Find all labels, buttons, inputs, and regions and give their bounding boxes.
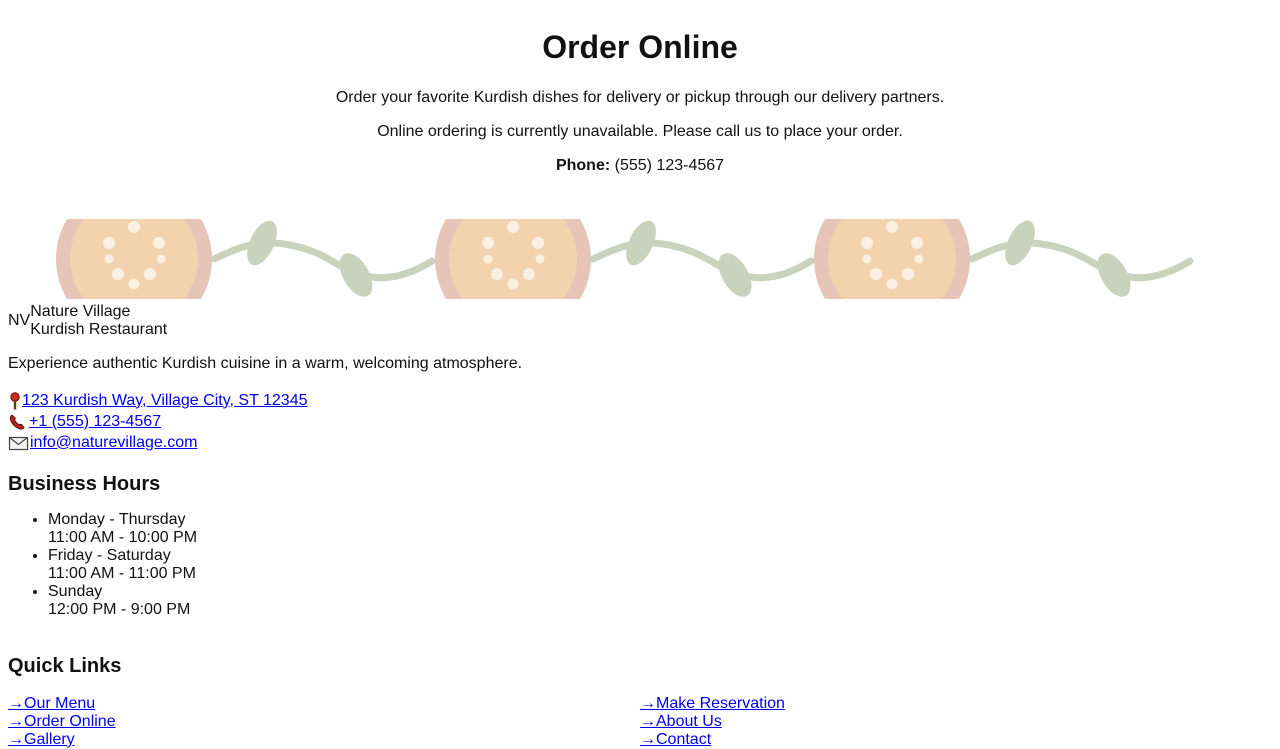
brand: NV Nature Village Kurdish Restaurant [8,303,1272,339]
hours-time: 12:00 PM - 9:00 PM [48,601,191,618]
site-footer: NV Nature Village Kurdish Restaurant Exp… [8,303,1272,749]
phone-line: Phone: (555) 123-4567 [0,157,1280,175]
email-link[interactable]: info@naturevillage.com [30,434,197,452]
quick-links: →Our Menu →Order Online →Gallery →Make R… [8,695,1272,749]
phone-icon [9,414,25,430]
tagline: Experience authentic Kurdish cuisine in … [8,355,523,372]
map-pin-icon [10,391,20,409]
email-row: info@naturevillage.com [8,432,1272,453]
arrow-right-icon: → [640,695,656,712]
phone-value: (555) 123-4567 [614,157,725,174]
quick-link-our-menu[interactable]: →Our Menu [8,695,640,713]
hours-time: 11:00 AM - 11:00 PM [48,565,196,582]
quick-link-about-us[interactable]: →About Us [640,713,1272,731]
phone-row: +1 (555) 123-4567 [8,411,1272,432]
arrow-right-icon: → [640,713,656,730]
quick-link-make-reservation[interactable]: →Make Reservation [640,695,1272,713]
contact-info: 123 Kurdish Way, Village City, ST 12345 … [8,390,1272,453]
arrow-right-icon: → [8,713,24,730]
address-link[interactable]: 123 Kurdish Way, Village City, ST 12345 [22,392,307,410]
arrow-right-icon: → [8,731,24,748]
phone-link[interactable]: +1 (555) 123-4567 [29,413,161,431]
floral-vine-divider-icon [56,219,1280,299]
envelope-icon [8,436,29,450]
arrow-right-icon: → [640,731,656,748]
brand-subtitle: Kurdish Restaurant [30,321,168,338]
business-hours-list: Monday - Thursday 11:00 AM - 10:00 PM Fr… [8,511,1272,619]
hours-days: Monday - Thursday [48,511,186,528]
quick-links-title: Quick Links [8,655,122,677]
hours-item: Friday - Saturday 11:00 AM - 11:00 PM [48,547,1272,583]
phone-label: Phone: [555,157,611,174]
hours-days: Sunday [48,583,103,600]
business-hours-title: Business Hours [8,473,161,495]
hours-time: 11:00 AM - 10:00 PM [48,529,198,546]
quick-link-gallery[interactable]: →Gallery [8,731,640,749]
ordering-unavailable-notice: Online ordering is currently unavailable… [377,123,903,140]
address-row: 123 Kurdish Way, Village City, ST 12345 [8,390,1272,411]
quick-link-label: Gallery [24,731,75,748]
quick-link-label: Contact [656,731,712,748]
brand-name: Nature Village [30,303,131,320]
quick-link-contact[interactable]: →Contact [640,731,1272,749]
floral-vine-divider [0,219,1280,299]
quick-link-label: Our Menu [24,695,96,712]
hours-item: Sunday 12:00 PM - 9:00 PM [48,583,1272,619]
brand-text: Nature Village Kurdish Restaurant [30,303,167,339]
quick-link-order-online[interactable]: →Order Online [8,713,640,731]
brand-logo-mark: NV [8,312,31,329]
hours-days: Friday - Saturday [48,547,171,564]
order-subtitle: Order your favorite Kurdish dishes for d… [335,89,945,106]
quick-link-label: Make Reservation [656,695,785,712]
quick-link-label: About Us [656,713,722,730]
order-online-hero: Order Online Order your favorite Kurdish… [0,29,1280,175]
arrow-right-icon: → [8,695,24,712]
page-title: Order Online [542,29,738,65]
quick-link-label: Order Online [24,713,116,730]
hours-item: Monday - Thursday 11:00 AM - 10:00 PM [48,511,1272,547]
